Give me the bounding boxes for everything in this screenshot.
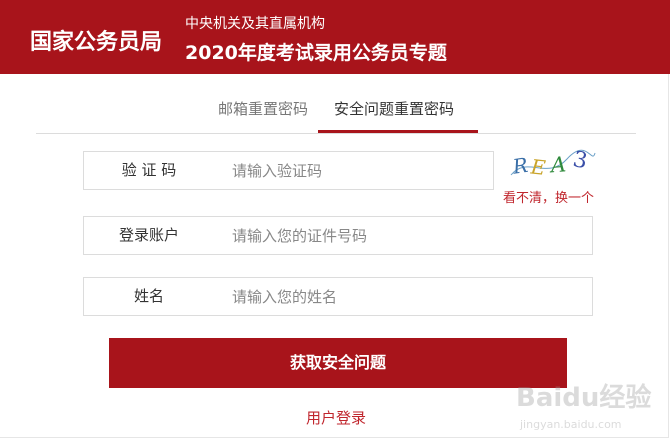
name-field: 姓名	[83, 277, 593, 316]
captcha-char-3: A	[548, 152, 567, 177]
captcha-field: 验 证 码	[83, 151, 494, 190]
header-subtitle-line2: 2020年度考试录用公务员专题	[185, 42, 447, 64]
captcha-image[interactable]: R E A 3	[507, 145, 597, 183]
name-label: 姓名	[133, 287, 164, 305]
get-security-question-button[interactable]: 获取安全问题	[109, 338, 567, 388]
captcha-char-4: 3	[571, 147, 590, 174]
brand-title: 国家公务员局	[30, 30, 163, 55]
captcha-label: 验 证 码	[121, 161, 177, 179]
captcha-input[interactable]	[232, 154, 482, 187]
active-tab-indicator	[318, 130, 478, 133]
name-input[interactable]	[232, 280, 572, 313]
captcha-char-1: R	[510, 153, 529, 179]
captcha-char-2: E	[529, 154, 547, 180]
user-login-link[interactable]: 用户登录	[306, 407, 366, 428]
tab-security-question-reset[interactable]: 安全问题重置密码	[334, 98, 454, 119]
account-field: 登录账户	[83, 216, 593, 255]
header-subtitle-line1: 中央机关及其直属机构	[185, 16, 325, 32]
account-label: 登录账户	[118, 226, 179, 244]
site-header: 国家公务员局 中央机关及其直属机构 2020年度考试录用公务员专题	[0, 0, 670, 74]
reset-method-tabs: 邮箱重置密码 安全问题重置密码	[36, 92, 636, 134]
captcha-refresh-link[interactable]: 看不清，换一个	[503, 187, 594, 206]
tab-email-reset[interactable]: 邮箱重置密码	[218, 98, 308, 119]
account-input[interactable]	[232, 219, 572, 252]
